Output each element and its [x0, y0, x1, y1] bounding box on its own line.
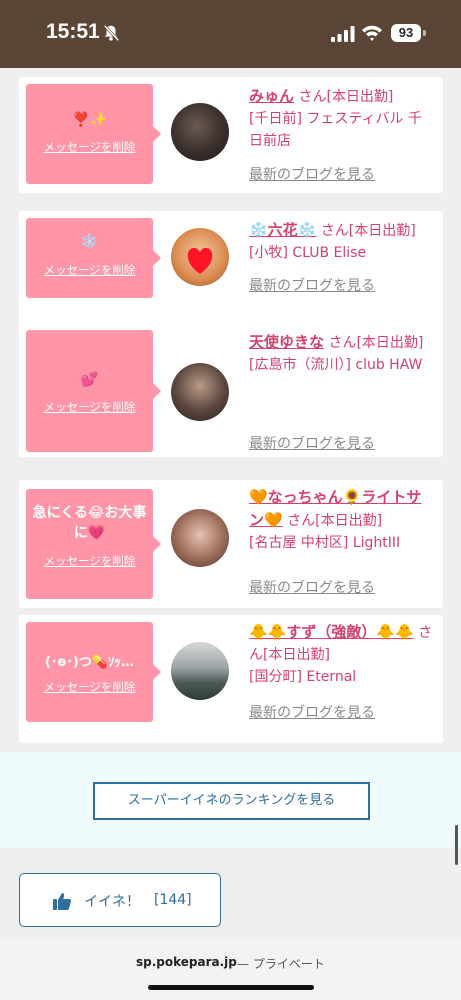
message-text: 急にくる😂お大事に💗 — [32, 505, 147, 541]
shop-name: [小牧] CLUB Elise — [249, 245, 367, 261]
private-label: — プライベート — [237, 957, 325, 971]
delete-message-link[interactable]: メッセージを削除 — [26, 679, 153, 695]
cast-info: みゅん さん[本日出勤] [千日前] フェスティバル 千日前店 — [249, 85, 435, 152]
status-time: 15:51 — [46, 20, 100, 43]
heart-icon — [187, 247, 213, 274]
signal-icon — [331, 26, 355, 42]
wifi-icon — [362, 25, 382, 41]
message-card: (･ө･)つ💊ｿｯ… メッセージを削除 🐥🐥すず（強敵）🐥🐥 さん[本日出勤] … — [19, 615, 443, 743]
cast-name-link[interactable]: 天使ゆきな — [249, 333, 324, 351]
status-bar: 15:51 93 — [0, 0, 461, 68]
message-card: 💕 メッセージを削除 天使ゆきな さん[本日出勤] [広島市（流川）] club… — [19, 323, 443, 457]
delete-message-link[interactable]: メッセージを削除 — [26, 139, 153, 155]
like-label: イイネ！ — [84, 894, 140, 910]
message-text: ❄️ — [80, 234, 99, 250]
message-bubble: (･ө･)つ💊ｿｯ… メッセージを削除 — [26, 622, 161, 722]
ranking-section: スーパーイイネのランキングを見る — [0, 752, 461, 848]
delete-message-link[interactable]: メッセージを削除 — [26, 262, 153, 278]
message-text: ❣️✨ — [72, 112, 107, 128]
home-indicator[interactable] — [148, 985, 314, 990]
avatar[interactable] — [171, 363, 229, 421]
thumbs-up-icon — [53, 893, 72, 910]
blog-link[interactable]: 最新のブログを見る — [249, 275, 375, 295]
like-button[interactable]: イイネ！ [144] — [19, 873, 221, 927]
cast-info: 天使ゆきな さん[本日出勤] [広島市（流川）] club HAW — [249, 331, 435, 376]
message-card: ❣️✨ メッセージを削除 みゅん さん[本日出勤] [千日前] フェスティバル … — [19, 77, 443, 193]
message-text: 💕 — [80, 372, 99, 388]
cast-info: 🧡なっちゃん🌻ライトサン🧡 さん[本日出勤] [名古屋 中村区] LightII… — [249, 486, 435, 554]
avatar[interactable] — [171, 642, 229, 700]
blog-link[interactable]: 最新のブログを見る — [249, 702, 375, 722]
message-card: ❄️ メッセージを削除 ❄️六花❄️ さん[本日出勤] [小牧] CLUB El… — [19, 211, 443, 327]
blog-link[interactable]: 最新のブログを見る — [249, 433, 375, 453]
like-count: [144] — [154, 892, 192, 908]
shop-name: [国分町] Eternal — [249, 669, 357, 685]
message-bubble: 急にくる😂お大事に💗 メッセージを削除 — [26, 489, 161, 599]
battery-icon: 93 — [391, 24, 421, 42]
avatar[interactable] — [171, 228, 229, 286]
cast-status: さん[本日出勤] — [320, 223, 416, 239]
bell-slash-icon — [103, 24, 120, 42]
shop-name: [名古屋 中村区] LightIII — [249, 535, 401, 551]
message-card: 急にくる😂お大事に💗 メッセージを削除 🧡なっちゃん🌻ライトサン🧡 さん[本日出… — [19, 480, 443, 608]
super-like-ranking-button[interactable]: スーパーイイネのランキングを見る — [93, 782, 370, 820]
shop-name: [広島市（流川）] club HAW — [249, 357, 423, 373]
browser-url-bar[interactable]: sp.pokepara.jp — プライベート — [0, 938, 461, 1000]
cast-name-link[interactable]: 🐥🐥すず（強敵）🐥🐥 — [249, 623, 414, 641]
shop-name: [千日前] フェスティバル 千日前店 — [249, 111, 422, 149]
blog-link[interactable]: 最新のブログを見る — [249, 164, 375, 184]
message-bubble: 💕 メッセージを削除 — [26, 330, 161, 452]
message-bubble: ❣️✨ メッセージを削除 — [26, 84, 161, 184]
cast-name-link[interactable]: みゅん — [249, 87, 294, 105]
delete-message-link[interactable]: メッセージを削除 — [26, 399, 153, 415]
cast-info: ❄️六花❄️ さん[本日出勤] [小牧] CLUB Elise — [249, 219, 435, 264]
avatar[interactable] — [171, 103, 229, 161]
message-bubble: ❄️ メッセージを削除 — [26, 218, 161, 298]
battery-nub — [423, 30, 426, 36]
cast-status: さん[本日出勤] — [287, 513, 383, 529]
blog-link[interactable]: 最新のブログを見る — [249, 577, 375, 597]
cast-info: 🐥🐥すず（強敵）🐥🐥 さん[本日出勤] [国分町] Eternal — [249, 621, 435, 688]
message-text: (･ө･)つ💊ｿｯ… — [44, 655, 134, 670]
cast-name-link[interactable]: ❄️六花❄️ — [249, 221, 316, 239]
delete-message-link[interactable]: メッセージを削除 — [26, 553, 153, 569]
scrollbar[interactable] — [455, 825, 458, 865]
avatar[interactable] — [171, 509, 229, 567]
cast-status: さん[本日出勤] — [298, 89, 394, 105]
cast-status: さん[本日出勤] — [328, 335, 424, 351]
url-domain: sp.pokepara.jp — [136, 955, 237, 969]
